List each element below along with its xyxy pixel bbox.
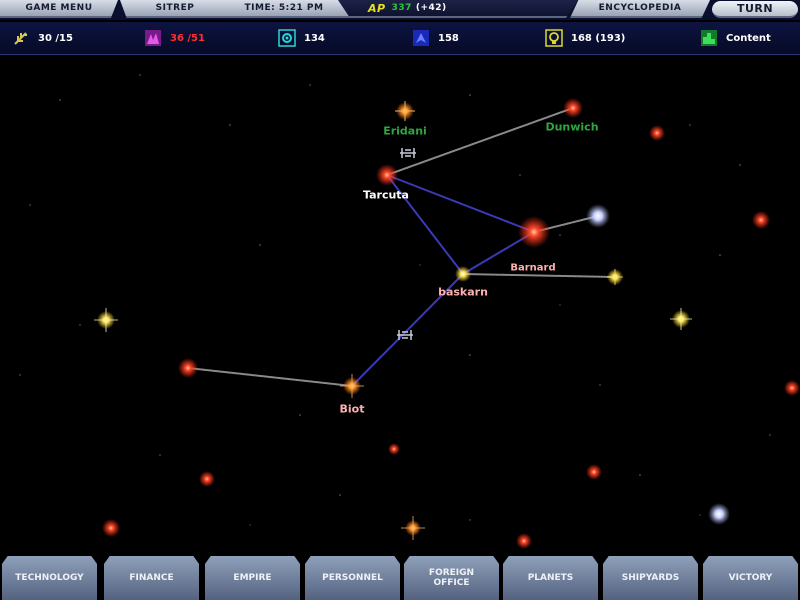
empire-stats-bar: 30 /15 36 /51 134 158 168 (193) Content <box>0 22 800 55</box>
wheat-icon <box>12 29 30 47</box>
stat-income-value: 168 (193) <box>571 32 626 44</box>
stat-ships[interactable]: 158 <box>412 27 459 49</box>
victory-button[interactable]: Victory <box>703 556 798 600</box>
system-label-dunwich[interactable]: Dunwich <box>545 121 598 134</box>
bottom-navigation: Technology Finance Empire Personnel Fore… <box>0 550 800 600</box>
encyclopedia-button[interactable]: Encyclopedia <box>570 0 710 18</box>
research-gear-icon <box>278 29 296 47</box>
system-label-baskarn[interactable]: baskarn <box>438 286 488 299</box>
finance-button[interactable]: Finance <box>104 556 199 600</box>
shipyards-button[interactable]: Shipyards <box>603 556 698 600</box>
stat-research[interactable]: 134 <box>278 27 325 49</box>
star-west-red <box>178 358 198 378</box>
stat-research-value: 134 <box>304 32 325 44</box>
action-points-display: AP 337 (+42) <box>338 0 578 18</box>
fleet-icon[interactable] <box>397 330 413 340</box>
fleet-icon[interactable] <box>400 148 416 158</box>
empire-button[interactable]: Empire <box>205 556 300 600</box>
star-red-far-e <box>784 380 800 396</box>
game-menu-button[interactable]: Game Menu <box>0 0 118 18</box>
system-label-biot[interactable]: Biot <box>340 403 365 416</box>
star-red-small <box>388 443 400 455</box>
lightbulb-icon <box>545 29 563 47</box>
star-eridani-flare <box>395 101 415 121</box>
star-baskarn <box>455 266 471 282</box>
star-unknown-red <box>518 216 550 248</box>
fleet-icon <box>412 29 430 47</box>
star-red-s <box>516 533 532 549</box>
star-red-far-sw <box>102 519 120 537</box>
stat-ships-value: 158 <box>438 32 459 44</box>
system-label-eridani[interactable]: Eridani <box>383 125 427 138</box>
stars[interactable] <box>94 98 800 549</box>
industry-icon <box>144 29 162 47</box>
star-red-sse <box>586 464 602 480</box>
background-stars <box>19 74 771 526</box>
turn-button[interactable]: Turn <box>712 1 798 18</box>
star-dunwich <box>563 98 583 118</box>
morale-icon <box>700 29 718 47</box>
ap-logo-icon: AP <box>368 1 386 15</box>
system-label-barnard[interactable]: Barnard <box>510 263 555 274</box>
star-red-sw <box>199 471 215 487</box>
personnel-button[interactable]: Personnel <box>305 556 400 600</box>
star-red-ne <box>649 125 665 141</box>
lane-biot-west <box>187 367 353 387</box>
system-label-tarcuta[interactable]: Tarcuta <box>363 189 409 202</box>
stat-morale-value: Content <box>726 32 771 44</box>
ap-value: 337 <box>391 3 412 13</box>
lane-baskarn-barnard <box>462 273 616 278</box>
star-white-east <box>586 204 610 228</box>
technology-button[interactable]: Technology <box>2 556 97 600</box>
star-red-e <box>752 211 770 229</box>
stat-food-value: 30 /15 <box>38 32 73 44</box>
stat-industry-value: 36 /51 <box>170 32 205 44</box>
ap-delta: (+42) <box>415 3 447 13</box>
sitrep-button[interactable]: Sitrep <box>120 0 230 18</box>
lane-tarcuta-dunwich <box>386 107 574 176</box>
foreign-office-button[interactable]: Foreign Office <box>404 556 499 600</box>
star-tarcuta <box>376 164 398 186</box>
stat-income[interactable]: 168 (193) <box>545 27 625 49</box>
stat-industry[interactable]: 36 /51 <box>144 27 205 49</box>
planets-button[interactable]: Planets <box>503 556 598 600</box>
top-menu-bar: Game Menu Sitrep Time: 5:21 PM AP 337 (+… <box>0 0 800 20</box>
star-white-se <box>708 503 730 525</box>
stat-food[interactable]: 30 /15 <box>12 27 73 49</box>
stat-morale[interactable]: Content <box>700 27 771 49</box>
galaxy-star-map[interactable]: Eridani Dunwich Tarcuta baskarn Barnard … <box>0 55 800 550</box>
time-display: Time: 5:21 PM <box>214 0 354 18</box>
